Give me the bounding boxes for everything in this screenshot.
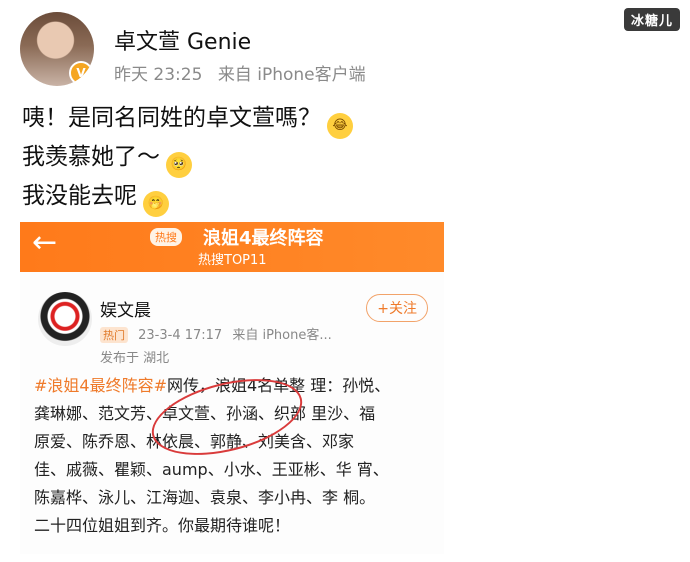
post-time: 昨天 23:25 [114, 65, 203, 85]
topic-hashtag[interactable]: #浪姐4最终阵容# [34, 376, 167, 395]
post-text: 咦！是同名同姓的卓文萱嗎？ 😂 我羡慕她了～ 🥺 我没能去呢 🤭 [22, 100, 353, 217]
verified-badge-icon: V [69, 61, 93, 85]
hot-search-header: ← 热搜 浪姐4最终阵容 热搜TOP11 [20, 222, 444, 272]
hot-topic-title[interactable]: 浪姐4最终阵容 [203, 224, 324, 250]
user-avatar[interactable]: V [20, 12, 94, 86]
op-body-line: 陈嘉桦、泳儿、江海迦、袁泉、李小冉、李 桐。 [34, 488, 376, 507]
hot-rank: 热搜TOP11 [198, 253, 267, 268]
op-body-line: 佳、戚薇、瞿颖、aump、小水、王亚彬、华 宵、 [34, 460, 389, 479]
op-body-line: 二十四位姐姐到齐。你最期待谁呢！ [34, 516, 291, 535]
post-line: 我没能去呢 🤭 [22, 178, 353, 217]
op-avatar[interactable] [38, 292, 92, 346]
follow-button[interactable]: +关注 [366, 294, 428, 322]
op-name[interactable]: 娱文晨 [100, 296, 151, 321]
op-meta: 热门 23-3-4 17:17 来自 iPhone客... [100, 324, 332, 343]
post-meta: 昨天 23:25 来自 iPhone客户端 [114, 60, 376, 85]
hot-badge: 热门 [100, 327, 128, 343]
username[interactable]: 卓文萱 Genie [114, 24, 251, 56]
laugh-cry-emoji-icon: 😂 [327, 113, 353, 139]
sad-emoji-icon: 🤭 [143, 191, 169, 217]
back-arrow-icon[interactable]: ← [32, 228, 57, 258]
pleading-emoji-icon: 🥺 [166, 152, 192, 178]
post-line: 咦！是同名同姓的卓文萱嗎？ 😂 [22, 100, 353, 139]
watermark: 冰糖儿 [623, 8, 680, 31]
hot-search-tag: 热搜 [150, 228, 182, 246]
post-line: 我羡慕她了～ 🥺 [22, 139, 353, 178]
op-location: 发布于 湖北 [100, 351, 170, 366]
post-source: 来自 iPhone客户端 [217, 65, 366, 85]
op-source: 来自 iPhone客... [232, 328, 332, 343]
op-time: 23-3-4 17:17 [138, 328, 223, 343]
